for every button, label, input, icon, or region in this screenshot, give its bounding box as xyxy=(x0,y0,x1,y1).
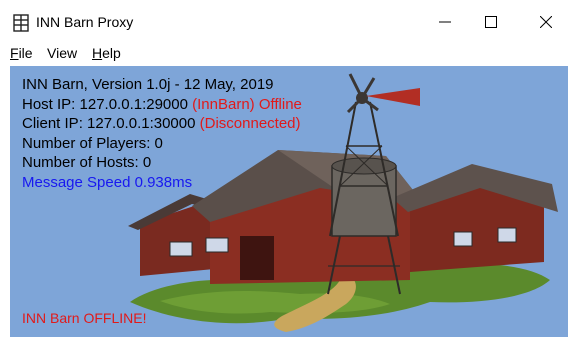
offline-status: INN Barn OFFLINE! xyxy=(22,310,147,326)
info-block: INN Barn, Version 1.0j - 12 May, 2019 Ho… xyxy=(22,75,302,192)
host-ip-label: Host IP: 127.0.0.1:29000 xyxy=(22,95,193,113)
menu-bar: File View Help xyxy=(0,43,571,65)
maximize-icon xyxy=(485,15,497,28)
host-line: Host IP: 127.0.0.1:29000 (InnBarn) Offli… xyxy=(22,95,302,115)
client-line: Client IP: 127.0.0.1:30000 (Disconnected… xyxy=(22,114,302,134)
maximize-button[interactable] xyxy=(468,0,514,43)
close-button[interactable] xyxy=(523,0,569,43)
client-status: (Disconnected) xyxy=(199,115,301,132)
host-status: (InnBarn) Offline xyxy=(192,95,302,113)
hosts-line: Number of Hosts: 0 xyxy=(22,154,152,171)
menu-help[interactable]: Help xyxy=(92,45,121,61)
players-line: Number of Players: 0 xyxy=(22,134,163,152)
menu-view[interactable]: View xyxy=(47,45,77,61)
window-title: INN Barn Proxy xyxy=(36,14,134,30)
minimize-icon xyxy=(439,21,451,22)
message-speed-line: Message Speed 0.938ms xyxy=(22,173,193,191)
app-window: INN Barn Proxy File View Help INN Barn, … xyxy=(0,0,571,339)
client-ip-label: Client IP: 127.0.0.1:30000 xyxy=(22,115,200,132)
minimize-button[interactable] xyxy=(422,0,468,43)
app-icon xyxy=(13,14,29,32)
close-icon xyxy=(540,15,552,28)
status-panel: INN Barn, Version 1.0j - 12 May, 2019 Ho… xyxy=(10,66,568,337)
menu-file[interactable]: File xyxy=(10,45,33,61)
version-line: INN Barn, Version 1.0j - 12 May, 2019 xyxy=(22,76,274,93)
title-bar[interactable]: INN Barn Proxy xyxy=(0,0,571,43)
